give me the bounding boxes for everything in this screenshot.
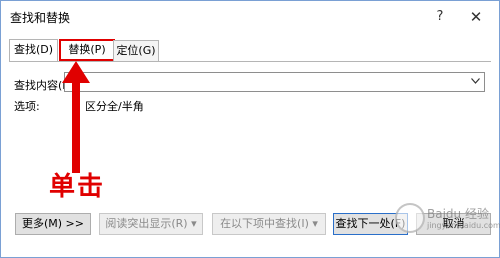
title-bar: 查找和替换 ? ✕ [2,2,498,32]
more-button[interactable]: 更多(M) >> [15,213,91,235]
close-button[interactable]: ✕ [462,6,490,28]
options-value: 区分全/半角 [85,100,144,113]
find-replace-dialog: 查找和替换 ? ✕ 查找(D) 替换(P) 定位(G) 查找内容(N): 选项:… [0,0,500,258]
dialog-title: 查找和替换 [10,11,71,25]
annotation-arrow-icon [62,61,90,173]
help-button[interactable]: ? [427,6,453,28]
find-what-input[interactable] [67,74,461,92]
tab-find[interactable]: 查找(D) [9,39,58,61]
tab-goto[interactable]: 定位(G) [113,40,159,62]
options-label: 选项: [14,100,40,113]
watermark: Baidu 经验 jingyan.baidu.com [373,201,500,241]
tab-replace[interactable]: 替换(P) [59,39,115,61]
watermark-text: Baidu 经验 [427,207,489,221]
reading-highlight-button[interactable]: 阅读突出显示(R) ▾ [99,213,203,235]
chevron-down-icon[interactable] [467,73,484,91]
annotation-label: 单击 [49,172,106,202]
watermark-url: jingyan.baidu.com [427,221,500,230]
find-what-combobox[interactable] [64,72,485,92]
paw-logo-icon [395,203,425,233]
find-in-button[interactable]: 在以下项中查找(I) ▾ [212,213,326,235]
